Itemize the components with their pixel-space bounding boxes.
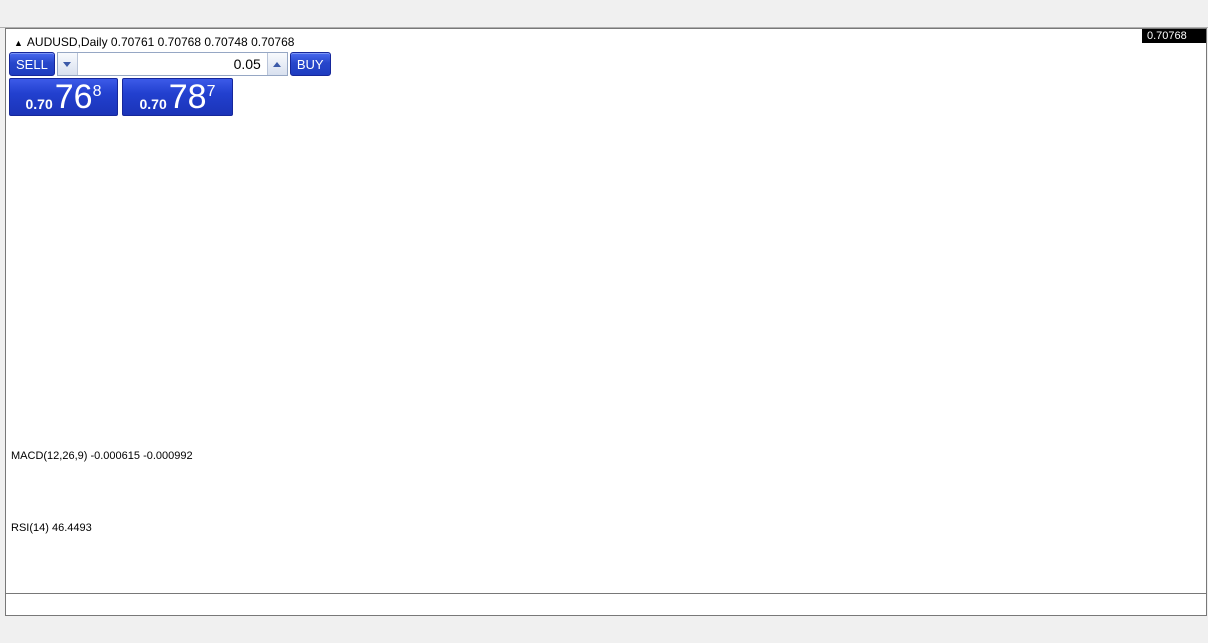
- buy-price-display[interactable]: 0.70 78 7: [122, 78, 233, 116]
- buy-button[interactable]: BUY: [289, 52, 331, 76]
- sell-price-big: 76: [54, 78, 93, 116]
- triangle-up-icon: [273, 61, 282, 67]
- triangle-down-icon: [63, 61, 72, 67]
- volume-increase-button[interactable]: [266, 53, 287, 75]
- volume-input[interactable]: [77, 53, 267, 75]
- chart-window: ▲ AUDUSD,Daily 0.70761 0.70768 0.70748 0.…: [5, 28, 1207, 616]
- volume-stepper: [56, 52, 288, 76]
- chart-title-text: AUDUSD,Daily 0.70761 0.70768 0.70748 0.7…: [26, 35, 295, 49]
- sell-price-prefix: 0.70: [25, 96, 53, 112]
- sell-price-display[interactable]: 0.70 76 8: [9, 78, 118, 116]
- current-price-tag: 0.70768: [1142, 29, 1206, 43]
- date-axis[interactable]: [6, 593, 1206, 615]
- buy-price-big: 78: [168, 78, 207, 116]
- collapse-arrow-icon: ▲: [14, 38, 23, 48]
- sell-button[interactable]: SELL: [9, 52, 55, 76]
- sell-price-sup: 8: [92, 83, 102, 100]
- one-click-trading-panel: SELL BUY 0.70768 0.70787: [9, 52, 331, 116]
- volume-decrease-button[interactable]: [57, 53, 78, 75]
- metatrader-window: ▲ AUDUSD,Daily 0.70761 0.70768 0.70748 0.…: [0, 0, 1208, 643]
- chart-tab-bar: [0, 616, 1208, 643]
- buy-price-prefix: 0.70: [139, 96, 167, 112]
- timeframe-toolbar: [0, 0, 1208, 28]
- buy-price-sup: 7: [206, 83, 216, 100]
- chart-title: ▲ AUDUSD,Daily 0.70761 0.70768 0.70748 0.…: [14, 35, 294, 49]
